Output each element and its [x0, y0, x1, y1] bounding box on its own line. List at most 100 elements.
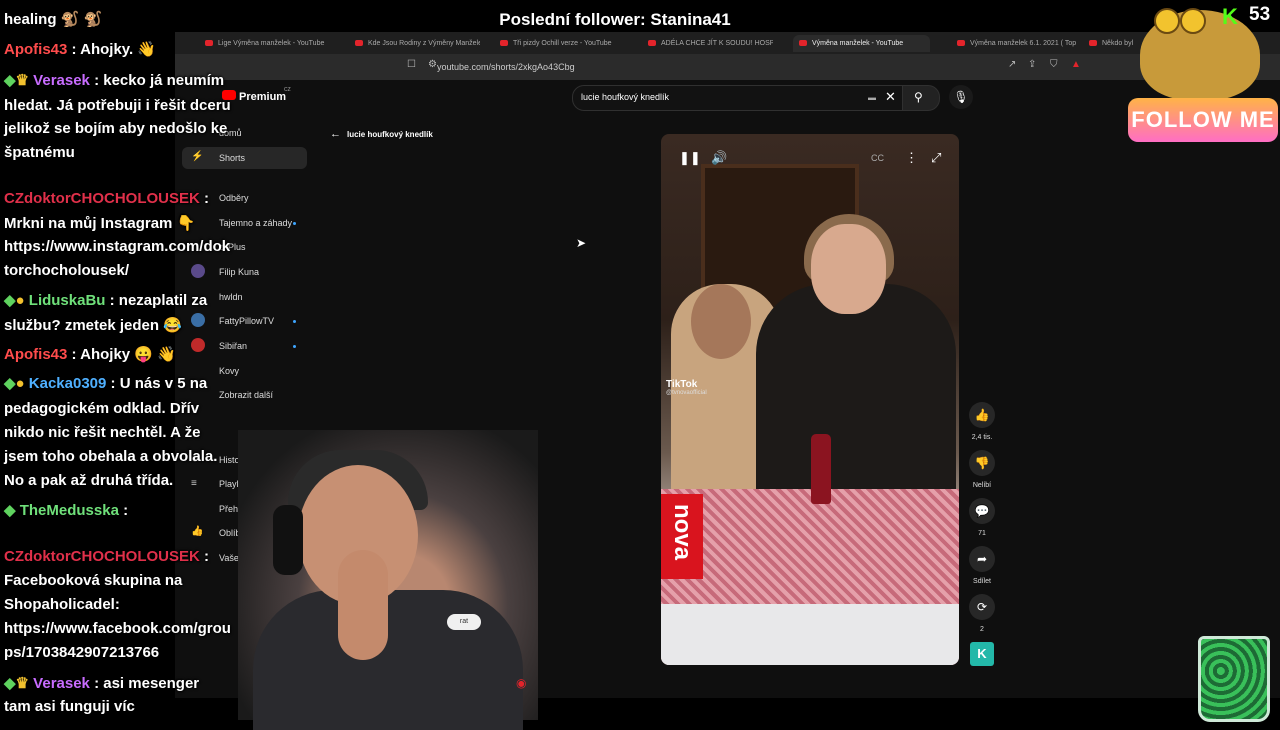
comment-icon: 💬 [974, 504, 990, 518]
share-button[interactable]: ➦ [969, 546, 995, 572]
subscriber-gem-icon: ◆ [4, 292, 16, 309]
chat-text: : kecko já neumím [94, 72, 225, 89]
chat-text: : Ahojky. 👋 [71, 41, 157, 58]
chat-message: ◆♛ Verasek : kecko já neumím [4, 71, 224, 89]
tab-label: Někdo byl [1102, 40, 1134, 47]
browser-tab[interactable]: Kde Jsou Rodiny z Výměny Manželek [355, 35, 480, 52]
new-content-dot [293, 345, 296, 348]
browser-tab[interactable]: Tři pizdy Ochill verze - YouTube [500, 35, 625, 52]
site-info-icon[interactable]: ⚙ [428, 59, 437, 70]
search-button[interactable]: ⚲ [902, 85, 940, 111]
youtube-favicon-icon [1089, 40, 1097, 47]
new-content-dot [293, 320, 296, 323]
short-video-player[interactable]: nova TikTok @tvnovaofficial ❚❚ 🔊 CC ⋮ ⤢ [661, 134, 959, 665]
volume-icon[interactable]: 🔊 [711, 150, 727, 166]
browser-tab[interactable]: Výměna manželek - YouTube [793, 35, 930, 52]
voice-search-button[interactable]: 🎙 [949, 85, 973, 109]
youtube-premium-label[interactable]: Premium [239, 91, 286, 103]
chat-message: jsem toho obehala a obvolala. [4, 448, 217, 465]
youtube-region-label: CZ [284, 87, 291, 93]
chat-message: jelikož se bojím aby nedošlo ke [4, 120, 227, 137]
avatar[interactable] [191, 313, 205, 327]
sidebar-item[interactable]: Kovy [219, 366, 239, 376]
sidebar-item[interactable]: Filip Kuna [219, 267, 259, 277]
url-field[interactable]: youtube.com/shorts/2xkgAo43Cbg [437, 59, 575, 75]
remix-count: 2 [980, 626, 984, 633]
chat-username[interactable]: LiduskaBu [29, 292, 106, 309]
sidebar-item[interactable]: Sibiřan [219, 341, 247, 351]
channel-avatar-k[interactable]: K [970, 642, 994, 666]
toad-mascot-icon [1140, 8, 1260, 100]
playlist-icon: ≡ [191, 478, 197, 489]
sidebar-item[interactable]: Odběry [219, 193, 249, 203]
chat-username[interactable]: Apofis43 [4, 346, 67, 363]
chat-text: : [204, 548, 209, 565]
avatar[interactable] [191, 338, 205, 352]
subscriber-gem-icon: ◆ [4, 675, 16, 692]
back-arrow-icon[interactable]: ← [330, 128, 341, 140]
remix-icon: ⟳ [976, 600, 988, 614]
browser-address-bar: ☐ ⚙ youtube.com/shorts/2xkgAo43Cbg ↗ ⇪ ⛉… [175, 54, 1280, 80]
clear-icon[interactable]: ✕ [885, 89, 896, 105]
captions-icon[interactable]: CC [871, 153, 884, 163]
share-icon[interactable]: ⇪ [1028, 59, 1036, 70]
chat-text: Shopaholicadel: [4, 596, 120, 613]
remix-button[interactable]: ⟳ [969, 594, 995, 620]
avatar[interactable] [191, 264, 205, 278]
browser-tab[interactable]: Výměna manželek 6.1. 2021 ( Top [957, 35, 1082, 52]
chat-username[interactable]: Apofis43 [4, 41, 67, 58]
shield-icon[interactable]: ⛉ [1050, 59, 1058, 70]
chat-username[interactable]: Verasek [33, 675, 90, 692]
sidebar-item[interactable]: Zobrazit další [219, 390, 273, 400]
dislike-button[interactable]: 👎 [969, 450, 995, 476]
overlay-pill-button[interactable]: rat [447, 614, 481, 630]
browser-tab[interactable]: Lige Výměna manželek - YouTube [205, 35, 330, 52]
thumbs-down-icon: 👎 [974, 456, 990, 470]
sidebar-item[interactable]: Shorts [219, 153, 245, 163]
bookmark-icon[interactable]: ☐ [407, 59, 416, 70]
search-input[interactable]: lucie houfkový knedlík ▬ ✕ [572, 85, 909, 111]
chat-message: Facebooková skupina na [4, 572, 182, 589]
sidebar-item[interactable]: hwldn [219, 292, 243, 302]
like-button[interactable]: 👍 [969, 402, 995, 428]
chat-username[interactable]: CZdoktorCHOCHOLOUSEK [4, 548, 200, 565]
shorts-icon: ⚡ [191, 151, 204, 162]
keyboard-icon[interactable]: ▬ [868, 93, 876, 102]
chat-text: : [204, 190, 209, 207]
comments-button[interactable]: 💬 [969, 498, 995, 524]
coin-badge-icon: ● [15, 375, 25, 392]
youtube-favicon-icon [957, 40, 965, 47]
sidebar-item[interactable]: FattyPillowTV [219, 316, 274, 326]
chat-text: nikdo nic řešit nechtěl. A že [4, 424, 201, 441]
youtube-favicon-icon [799, 40, 807, 47]
chat-username[interactable]: CZdoktorCHOCHOLOUSEK [4, 190, 200, 207]
search-icon: ⚲ [914, 90, 923, 104]
new-content-dot [293, 222, 296, 225]
warning-icon[interactable]: ▲ [1071, 59, 1081, 70]
chat-message: nikdo nic řešit nechtěl. A že [4, 424, 200, 441]
subscriber-gem-icon: ◆ [4, 72, 16, 89]
chat-text: jsem toho obehala a obvolala. [4, 448, 218, 465]
chat-message: špatnému [4, 144, 75, 161]
chat-username[interactable]: Verasek [33, 72, 90, 89]
sidebar-item[interactable]: Tajemno a záhady [219, 218, 292, 228]
back-label[interactable]: lucie houfkový knedlík [347, 130, 433, 139]
chat-text: Facebooková skupina na [4, 572, 183, 589]
chat-message: https://www.instagram.com/dok [4, 238, 230, 255]
streamer-webcam [238, 430, 538, 730]
browser-tab[interactable]: ADÉLA CHCE JÍT K SOUDU! HOSPO [648, 35, 773, 52]
chat-username[interactable]: TheMedusska [20, 502, 119, 519]
fullscreen-icon[interactable]: ⤢ [931, 150, 941, 166]
chat-message: https://www.facebook.com/grou [4, 620, 231, 637]
chat-message: No a pak až druhá třída. [4, 472, 173, 489]
chat-text: torchocholousek/ [4, 262, 130, 279]
tip-jar-icon [1198, 636, 1270, 722]
open-external-icon[interactable]: ↗ [1008, 59, 1016, 70]
more-options-icon[interactable]: ⋮ [905, 150, 918, 166]
tab-label: ADÉLA CHCE JÍT K SOUDU! HOSPO [661, 40, 773, 47]
video-person-right [756, 214, 956, 514]
headphones-icon [273, 505, 303, 575]
chat-text: jelikož se bojím aby nedošlo ke [4, 120, 228, 137]
chat-username[interactable]: Kacka0309 [29, 375, 107, 392]
pause-icon[interactable]: ❚❚ [679, 150, 701, 166]
